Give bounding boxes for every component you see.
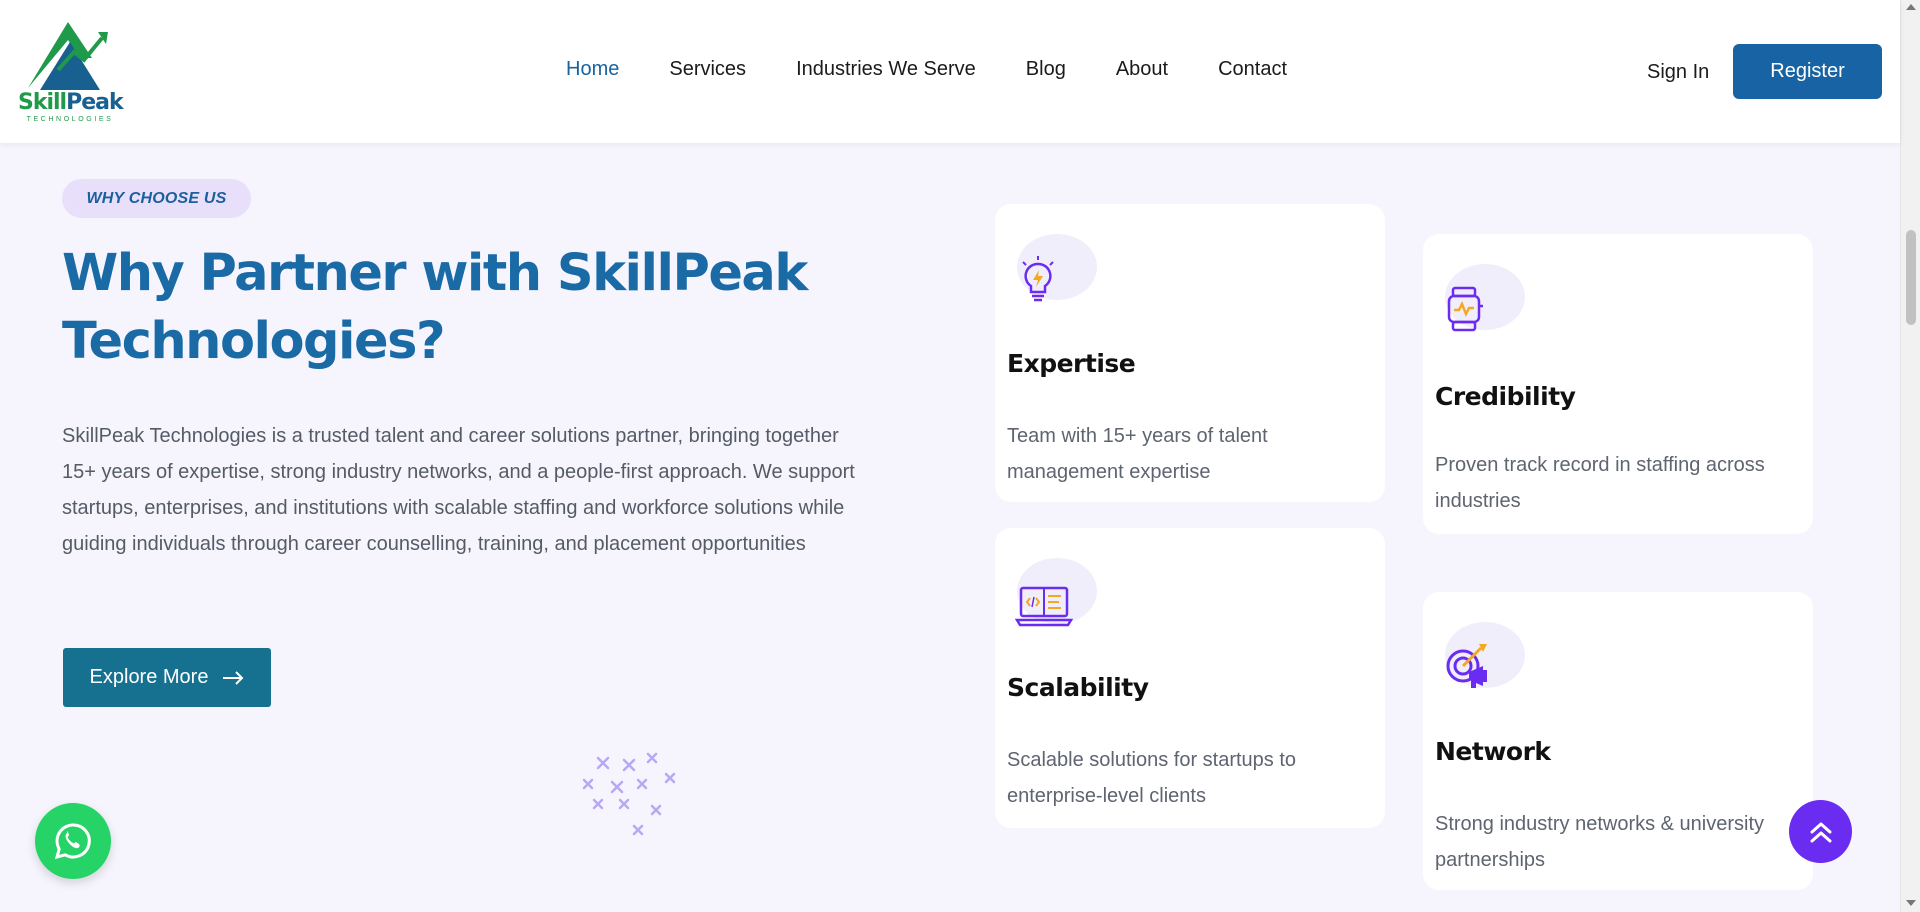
nav-services[interactable]: Services — [669, 58, 746, 81]
card-title: Scalability — [1007, 673, 1149, 702]
nav-industries[interactable]: Industries We Serve — [796, 58, 976, 81]
feature-card-scalability: Scalability Scalable solutions for start… — [995, 528, 1385, 828]
card-text: Proven track record in staffing across i… — [1435, 454, 1765, 512]
scroll-up-arrow-icon[interactable] — [1906, 4, 1916, 10]
whatsapp-icon — [54, 823, 91, 860]
page-scrollbar[interactable] — [1900, 0, 1920, 912]
card-text: Team with 15+ years of talent management… — [1007, 425, 1268, 483]
logo-wordmark-skill: Skill — [18, 90, 67, 115]
feature-card-network: Network Strong industry networks & unive… — [1423, 592, 1813, 890]
explore-more-label: Explore More — [89, 666, 209, 688]
scrollbar-thumb[interactable] — [1906, 230, 1916, 325]
card-title: Expertise — [1007, 349, 1136, 378]
explore-more-button[interactable]: Explore More — [63, 648, 271, 707]
nav-blog[interactable]: Blog — [1026, 58, 1066, 81]
lightbulb-icon — [1022, 256, 1054, 302]
section-badge: WHY CHOOSE US — [62, 179, 251, 218]
site-header: SkillPeak TECHNOLOGIES Home Services Ind… — [0, 0, 1900, 143]
feature-card-expertise: Expertise Team with 15+ years of talent … — [995, 204, 1385, 502]
card-title: Network — [1435, 737, 1551, 766]
target-megaphone-icon — [1446, 644, 1487, 688]
nav-contact[interactable]: Contact — [1218, 58, 1287, 81]
nav-home[interactable]: Home — [566, 58, 619, 81]
card-title: Credibility — [1435, 382, 1576, 411]
skillpeak-logo[interactable]: SkillPeak TECHNOLOGIES — [18, 18, 124, 126]
logo-subtitle: TECHNOLOGIES — [26, 116, 114, 123]
scroll-down-arrow-icon[interactable] — [1906, 900, 1916, 906]
main-nav: Home Services Industries We Serve Blog A… — [566, 58, 1337, 81]
logo-wordmark-peak: Peak — [66, 90, 124, 115]
card-text: Strong industry networks & university pa… — [1435, 813, 1765, 871]
nav-about[interactable]: About — [1116, 58, 1168, 81]
section-description: SkillPeak Technologies is a trusted tale… — [62, 425, 855, 555]
whatsapp-button[interactable] — [35, 803, 111, 879]
section-title: Why Partner with SkillPeak Technologies? — [62, 244, 808, 371]
logo-wordmark: SkillPeak — [18, 90, 124, 115]
sign-in-link[interactable]: Sign In — [1647, 61, 1709, 84]
scroll-to-top-button[interactable] — [1789, 800, 1852, 863]
sparkles-decoration-icon — [582, 752, 676, 836]
arrow-right-icon — [223, 670, 244, 685]
card-text: Scalable solutions for startups to enter… — [1007, 749, 1297, 807]
double-chevron-up-icon — [1810, 822, 1831, 842]
smartwatch-icon — [1447, 286, 1483, 332]
laptop-code-icon — [1015, 586, 1073, 627]
register-button[interactable]: Register — [1733, 44, 1882, 99]
feature-card-credibility: Credibility Proven track record in staff… — [1423, 234, 1813, 534]
mountain-logo-icon — [28, 22, 108, 90]
